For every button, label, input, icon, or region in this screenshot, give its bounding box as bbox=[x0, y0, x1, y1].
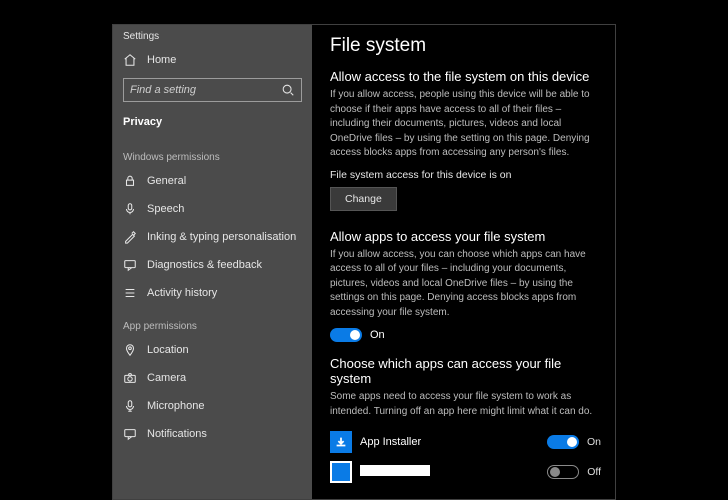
sidebar-item-microphone[interactable]: Microphone bbox=[113, 392, 312, 420]
app-installer-icon bbox=[330, 431, 352, 453]
app-redacted-toggle[interactable] bbox=[547, 465, 579, 479]
feedback-icon bbox=[123, 258, 137, 272]
app-row-app-installer: App Installer On bbox=[330, 427, 601, 457]
sidebar-selected-category: Privacy bbox=[113, 110, 312, 138]
sidebar-item-location[interactable]: Location bbox=[113, 336, 312, 364]
app-redacted-icon bbox=[330, 461, 352, 483]
sidebar-item-inking[interactable]: Inking & typing personalisation bbox=[113, 223, 312, 251]
sidebar-item-label: Speech bbox=[147, 203, 184, 215]
sidebar-item-label: Activity history bbox=[147, 287, 217, 299]
sidebar-item-speech[interactable]: Speech bbox=[113, 195, 312, 223]
location-icon bbox=[123, 343, 137, 357]
app-installer-toggle-label: On bbox=[587, 436, 601, 448]
notification-icon bbox=[123, 427, 137, 441]
home-icon bbox=[123, 53, 137, 67]
device-access-status: File system access for this device is on bbox=[330, 169, 601, 181]
change-button[interactable]: Change bbox=[330, 187, 397, 211]
app-redacted-label bbox=[360, 465, 430, 479]
sidebar-group-app: App permissions bbox=[113, 307, 312, 336]
pen-icon bbox=[123, 230, 137, 244]
sidebar-item-label: Camera bbox=[147, 372, 186, 384]
sidebar-item-label: Microphone bbox=[147, 400, 204, 412]
sidebar: Settings Home Privacy Windows permission… bbox=[113, 25, 312, 499]
search-icon bbox=[281, 83, 295, 97]
sidebar-item-label: General bbox=[147, 175, 186, 187]
section2-heading: Allow apps to access your file system bbox=[330, 229, 601, 244]
settings-window: Settings Home Privacy Windows permission… bbox=[112, 24, 616, 500]
microphone-icon bbox=[123, 399, 137, 413]
sidebar-item-label: Notifications bbox=[147, 428, 207, 440]
app-installer-toggle[interactable] bbox=[547, 435, 579, 449]
apps-access-toggle-label: On bbox=[370, 329, 385, 341]
sidebar-item-camera[interactable]: Camera bbox=[113, 364, 312, 392]
section3-desc: Some apps need to access your file syste… bbox=[330, 390, 601, 419]
apps-access-toggle[interactable] bbox=[330, 328, 362, 342]
lock-icon bbox=[123, 174, 137, 188]
speech-icon bbox=[123, 202, 137, 216]
section2-desc: If you allow access, you can choose whic… bbox=[330, 248, 601, 321]
sidebar-item-notifications[interactable]: Notifications bbox=[113, 420, 312, 448]
window-title: Settings bbox=[113, 25, 312, 46]
page-title: File system bbox=[330, 35, 601, 57]
sidebar-item-diagnostics[interactable]: Diagnostics & feedback bbox=[113, 251, 312, 279]
sidebar-group-windows: Windows permissions bbox=[113, 138, 312, 167]
sidebar-item-label: Diagnostics & feedback bbox=[147, 259, 262, 271]
section3-heading: Choose which apps can access your file s… bbox=[330, 356, 601, 386]
sidebar-item-general[interactable]: General bbox=[113, 167, 312, 195]
search-input-container[interactable] bbox=[123, 78, 302, 102]
main-content: File system Allow access to the file sys… bbox=[312, 25, 615, 499]
list-icon bbox=[123, 286, 137, 300]
section1-desc: If you allow access, people using this d… bbox=[330, 88, 601, 161]
sidebar-item-label: Inking & typing personalisation bbox=[147, 231, 296, 243]
camera-icon bbox=[123, 371, 137, 385]
app-redacted-toggle-label: Off bbox=[587, 466, 601, 478]
sidebar-item-label: Location bbox=[147, 344, 189, 356]
app-row-redacted: Off bbox=[330, 457, 601, 487]
app-name-label: App Installer bbox=[360, 436, 421, 448]
section1-heading: Allow access to the file system on this … bbox=[330, 69, 601, 84]
search-input[interactable] bbox=[130, 84, 281, 96]
sidebar-home[interactable]: Home bbox=[113, 46, 312, 74]
sidebar-home-label: Home bbox=[147, 54, 176, 66]
sidebar-item-activity[interactable]: Activity history bbox=[113, 279, 312, 307]
